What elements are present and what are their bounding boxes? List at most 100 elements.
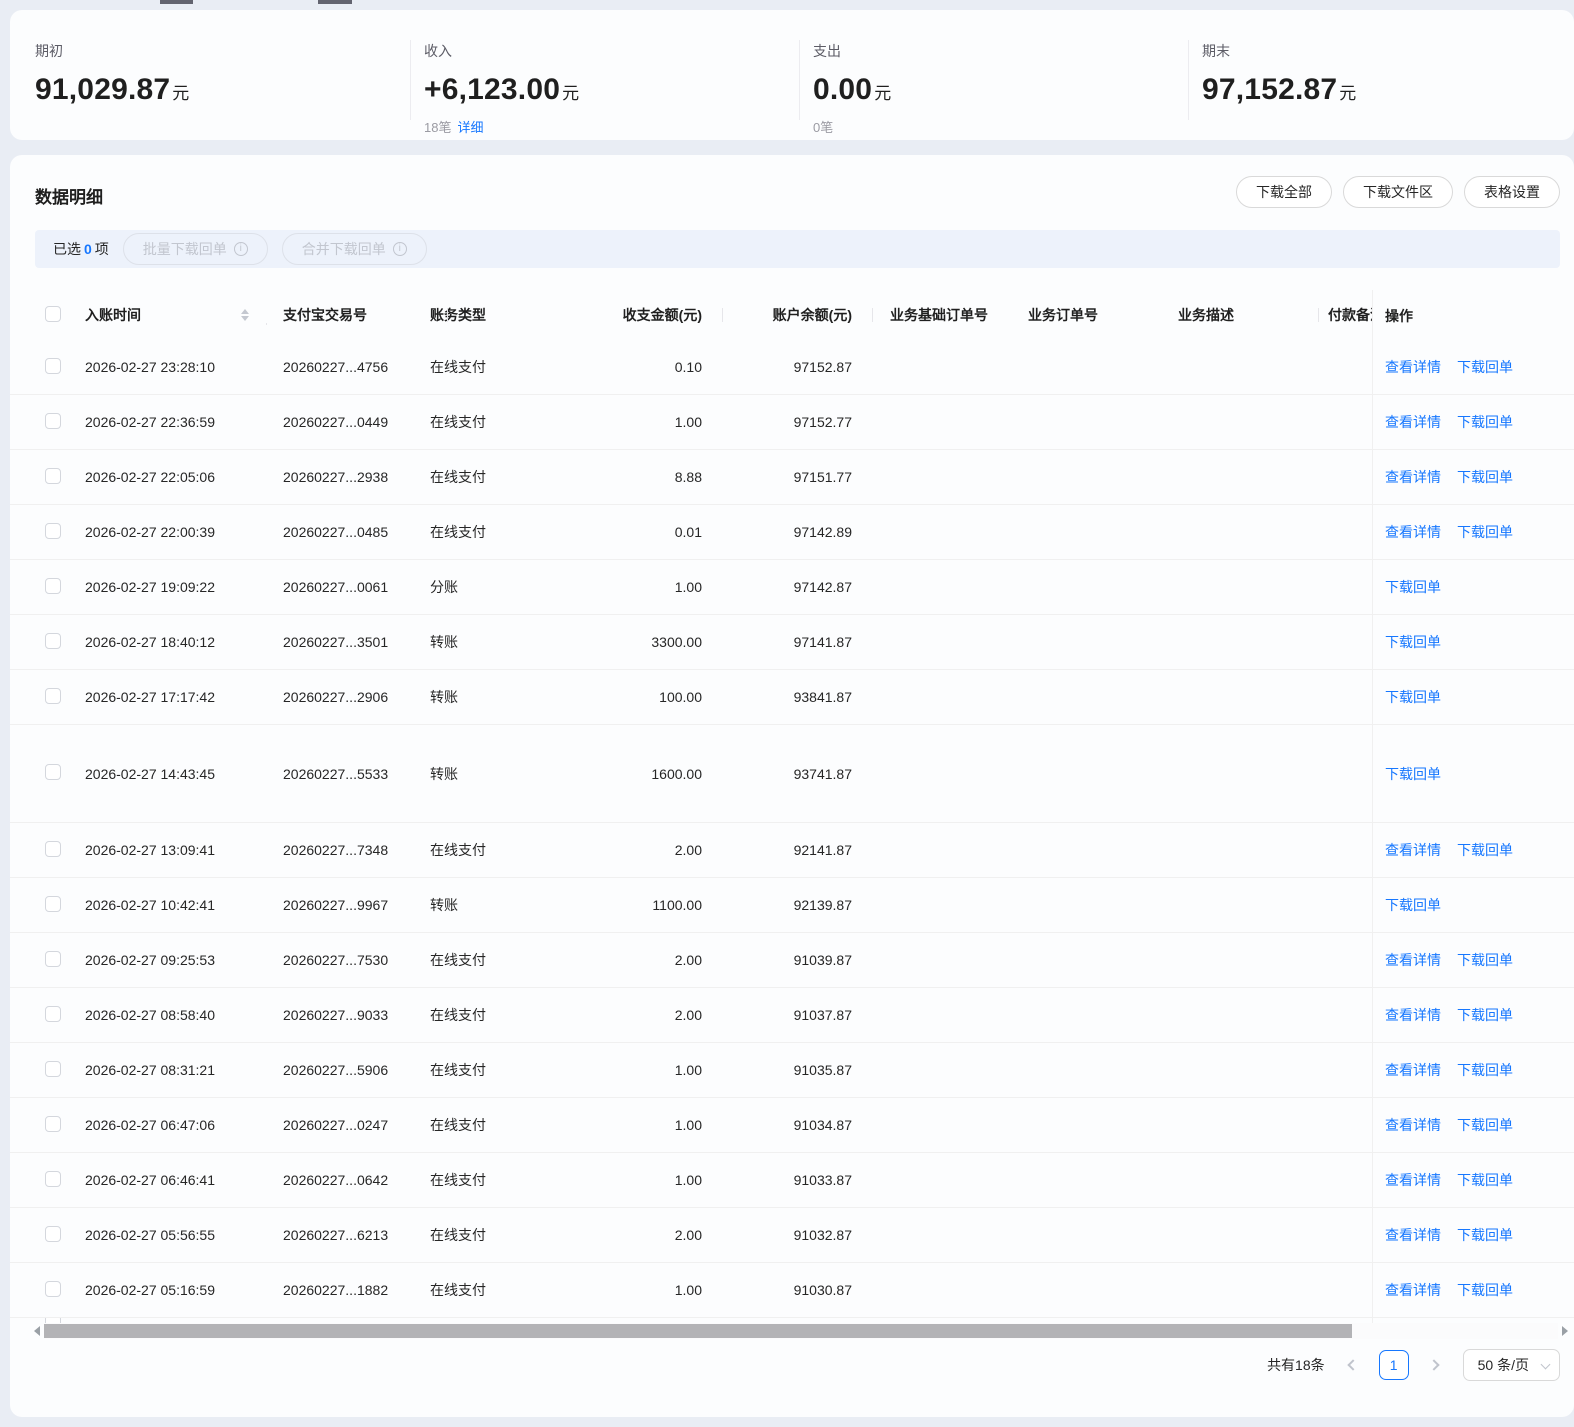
row-checkbox[interactable] <box>45 1115 61 1132</box>
data-detail-panel: 数据明细 下载全部 下载文件区 表格设置 已选 0 项 批量下载回单 i 合并下载回单… <box>10 155 1574 1417</box>
info-icon: i <box>233 242 248 256</box>
view-details-link[interactable]: 查看详情 <box>1385 950 1441 970</box>
download-receipt-link[interactable]: 下载回单 <box>1457 467 1513 487</box>
row-checkbox[interactable] <box>45 1060 61 1077</box>
view-details-link[interactable]: 查看详情 <box>1385 1170 1441 1190</box>
table-body: 2026-02-27 23:28:10 20260227...4756 在线支付 0.… <box>10 340 1574 1318</box>
scroll-right-arrow[interactable] <box>1558 1324 1572 1338</box>
summary-sub: 18笔 详细 <box>424 117 788 136</box>
row-checkbox[interactable] <box>45 357 61 374</box>
download-receipt-link[interactable]: 下载回单 <box>1457 522 1513 542</box>
row-checkbox-cell <box>10 1115 85 1135</box>
cell-txn-id: 20260227...7530 <box>283 952 389 968</box>
download-receipt-link[interactable]: 下载回单 <box>1457 357 1513 377</box>
row-checkbox-cell <box>10 1170 85 1190</box>
summary-value: 91,029.87 元 <box>35 73 190 106</box>
row-checkbox[interactable] <box>45 895 61 912</box>
info-icon: i <box>392 242 407 256</box>
cell-actions: 查看详情 下载回单 <box>1372 1153 1574 1208</box>
select-all-checkbox[interactable] <box>45 305 61 322</box>
download-receipt-link[interactable]: 下载回单 <box>1385 764 1441 784</box>
currency-unit: 元 <box>562 84 580 103</box>
row-checkbox[interactable] <box>45 1005 61 1022</box>
row-checkbox-cell <box>10 412 85 432</box>
row-checkbox[interactable] <box>45 522 61 539</box>
header-divider <box>266 323 267 325</box>
download-receipt-link[interactable]: 下载回单 <box>1457 1280 1513 1300</box>
row-checkbox-cell <box>10 357 85 377</box>
summary-value: 97,152.87 元 <box>1202 73 1357 106</box>
column-header-amount: 收支金额(元) <box>622 307 702 323</box>
current-page-button[interactable]: 1 <box>1378 1350 1409 1380</box>
scrollbar-thumb[interactable] <box>44 1324 1352 1338</box>
column-header-biz-base-order: 业务基础订单号 <box>890 307 988 323</box>
download-receipt-link[interactable]: 下载回单 <box>1385 895 1441 915</box>
download-receipt-link[interactable]: 下载回单 <box>1457 412 1513 432</box>
cell-time: 2026-02-27 14:43:45 <box>85 765 215 782</box>
view-details-link[interactable]: 查看详情 <box>1385 1060 1441 1080</box>
download-receipt-link[interactable]: 下载回单 <box>1457 1115 1513 1135</box>
row-checkbox[interactable] <box>45 1280 61 1297</box>
row-checkbox[interactable] <box>45 687 61 704</box>
cell-actions: 查看详情 下载回单 <box>1372 823 1574 878</box>
income-detail-link[interactable]: 详细 <box>457 120 483 135</box>
download-all-button[interactable]: 下载全部 <box>1236 176 1332 208</box>
download-receipt-link[interactable]: 下载回单 <box>1457 840 1513 860</box>
cell-amount: 1.00 <box>674 1172 702 1188</box>
view-details-link[interactable]: 查看详情 <box>1385 1280 1441 1300</box>
cell-type: 在线支付 <box>430 1007 486 1023</box>
download-receipt-link[interactable]: 下载回单 <box>1457 1225 1513 1245</box>
row-checkbox[interactable] <box>45 467 61 484</box>
row-checkbox[interactable] <box>45 840 61 857</box>
cell-txn-id: 20260227...3501 <box>283 634 389 650</box>
row-checkbox[interactable] <box>45 412 61 429</box>
row-checkbox[interactable] <box>45 632 61 649</box>
page-size-select[interactable]: 50 条/页 <box>1462 1349 1560 1381</box>
table-settings-button[interactable]: 表格设置 <box>1464 176 1560 208</box>
download-receipt-link[interactable]: 下载回单 <box>1385 687 1441 707</box>
view-details-link[interactable]: 查看详情 <box>1385 467 1441 487</box>
view-details-link[interactable]: 查看详情 <box>1385 357 1441 377</box>
column-header-txn-id: 支付宝交易号 <box>283 307 367 323</box>
cell-type: 在线支付 <box>430 359 486 375</box>
download-receipt-link[interactable]: 下载回单 <box>1457 1170 1513 1190</box>
row-checkbox[interactable] <box>45 950 61 967</box>
row-checkbox[interactable] <box>45 764 61 780</box>
view-details-link[interactable]: 查看详情 <box>1385 522 1441 542</box>
table-row: 2026-02-27 19:09:22 20260227...0061 分账 1.00… <box>10 560 1574 615</box>
prev-page-button[interactable] <box>1339 1352 1365 1378</box>
table-row: 2026-02-27 23:28:10 20260227...4756 在线支付 0.… <box>10 340 1574 395</box>
row-checkbox[interactable] <box>45 577 61 594</box>
view-details-link[interactable]: 查看详情 <box>1385 1005 1441 1025</box>
scrollbar-track[interactable] <box>44 1323 1558 1339</box>
summary-value: 0.00 元 <box>813 73 892 106</box>
row-checkbox-cell <box>10 1280 85 1300</box>
download-receipt-link[interactable]: 下载回单 <box>1457 1060 1513 1080</box>
cell-actions: 下载回单 <box>1372 670 1574 725</box>
view-details-link[interactable]: 查看详情 <box>1385 1225 1441 1245</box>
download-file-area-button[interactable]: 下载文件区 <box>1343 176 1453 208</box>
sort-icon[interactable] <box>241 309 249 321</box>
cell-txn-id: 20260227...5533 <box>283 765 389 782</box>
merge-download-receipt-button[interactable]: 合并下载回单 i <box>281 233 427 265</box>
scroll-left-arrow[interactable] <box>30 1324 44 1338</box>
cell-type: 转账 <box>430 634 458 650</box>
cell-type: 在线支付 <box>430 1062 486 1078</box>
row-checkbox[interactable] <box>45 1170 61 1187</box>
view-details-link[interactable]: 查看详情 <box>1385 1115 1441 1135</box>
row-checkbox[interactable] <box>45 1225 61 1242</box>
download-receipt-link[interactable]: 下载回单 <box>1385 632 1441 652</box>
cell-actions: 查看详情 下载回单 <box>1372 1263 1574 1318</box>
selected-count-text: 已选 0 项 <box>53 241 109 257</box>
cell-txn-id: 20260227...0485 <box>283 524 389 540</box>
batch-download-receipt-button[interactable]: 批量下载回单 i <box>122 233 268 265</box>
download-receipt-link[interactable]: 下载回单 <box>1457 950 1513 970</box>
view-details-link[interactable]: 查看详情 <box>1385 840 1441 860</box>
download-receipt-link[interactable]: 下载回单 <box>1385 577 1441 597</box>
table-row: 2026-02-27 17:17:42 20260227...2906 转账 100.… <box>10 670 1574 725</box>
download-receipt-link[interactable]: 下载回单 <box>1457 1005 1513 1025</box>
cell-balance: 91033.87 <box>793 1172 852 1188</box>
next-page-button[interactable] <box>1423 1352 1449 1378</box>
cell-balance: 91037.87 <box>793 1007 852 1023</box>
view-details-link[interactable]: 查看详情 <box>1385 412 1441 432</box>
